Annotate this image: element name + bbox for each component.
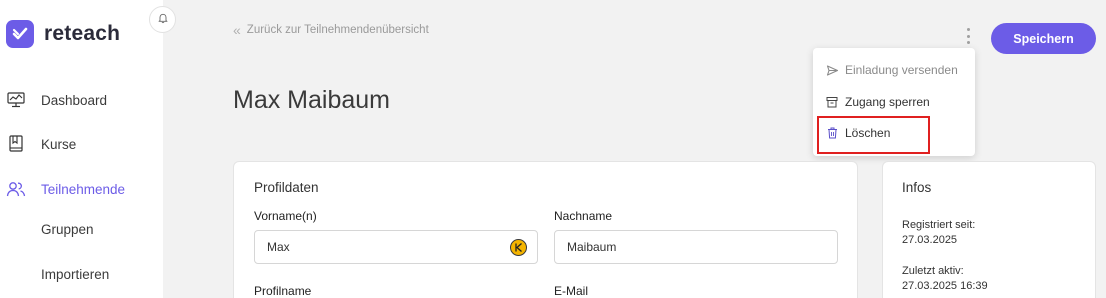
password-manager-icon[interactable]	[510, 239, 527, 256]
book-icon	[6, 134, 26, 154]
menu-item-lock-access[interactable]: Zugang sperren	[825, 95, 930, 109]
back-link[interactable]: « Zurück zur Teilnehmendenübersicht	[233, 22, 429, 38]
registered-value: 27.03.2025	[902, 234, 958, 246]
profile-card: Profildaten Vorname(n) Max Nachname Maib…	[233, 161, 858, 298]
back-link-label: Zurück zur Teilnehmendenübersicht	[246, 24, 429, 36]
notifications-button[interactable]	[149, 6, 176, 33]
last-name-label: Nachname	[554, 209, 613, 223]
email-label: E-Mail	[554, 284, 589, 298]
sidebar-item-label: Gruppen	[41, 221, 94, 237]
profile-card-title: Profildaten	[254, 180, 319, 195]
sidebar-item-label: Dashboard	[41, 92, 108, 108]
logo-text: reteach	[44, 22, 121, 45]
monitor-chart-icon	[6, 90, 26, 110]
archive-icon	[825, 95, 839, 109]
last-active-value: 27.03.2025 16:39	[902, 280, 988, 292]
save-button[interactable]: Speichern	[991, 23, 1096, 54]
double-chevron-left-icon: «	[233, 22, 241, 38]
sidebar-item-label: Kurse	[41, 136, 77, 152]
last-active-label: Zuletzt aktiv:	[902, 265, 964, 277]
info-card-title: Infos	[902, 180, 932, 195]
menu-item-invite[interactable]: Einladung versenden	[825, 63, 958, 77]
last-name-value: Maibaum	[567, 240, 617, 254]
menu-item-label: Einladung versenden	[845, 63, 958, 77]
info-card: Infos Registriert seit: 27.03.2025 Zulet…	[882, 161, 1096, 298]
more-options-button[interactable]	[963, 28, 973, 44]
menu-item-label: Zugang sperren	[845, 95, 930, 109]
bell-icon	[157, 11, 169, 29]
first-name-field[interactable]: Max	[254, 230, 538, 264]
first-name-value: Max	[267, 240, 290, 254]
highlight-box	[817, 116, 930, 154]
sidebar: reteach Dashboard Kurse Teilnehmende Gru…	[0, 0, 163, 298]
registered-label: Registriert seit:	[902, 219, 976, 231]
profile-name-label: Profilname	[254, 284, 312, 298]
logo[interactable]: reteach	[6, 20, 120, 48]
sidebar-item-label: Teilnehmende	[41, 181, 126, 197]
sidebar-item-label: Importieren	[41, 266, 110, 282]
first-name-label: Vorname(n)	[254, 209, 317, 223]
last-name-field[interactable]: Maibaum	[554, 230, 838, 264]
reteach-logo-icon	[6, 20, 34, 48]
users-icon	[6, 179, 26, 199]
page-title: Max Maibaum	[233, 86, 390, 114]
send-icon	[825, 63, 839, 77]
